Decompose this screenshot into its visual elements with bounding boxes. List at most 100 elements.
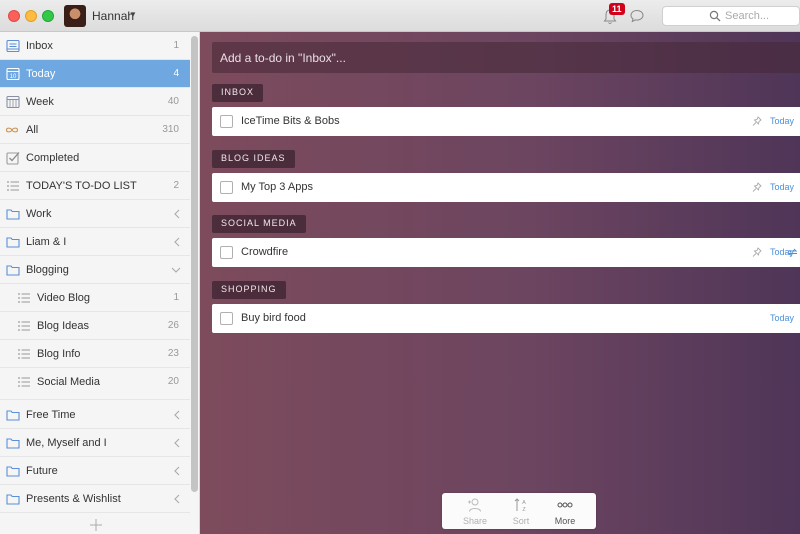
sidebar-item-work[interactable]: Work [0,200,190,228]
list-icon [18,377,30,387]
sort-icon: A Z [514,498,526,512]
sidebar-item-video-blog[interactable]: Video Blog 1 [0,284,190,312]
sidebar-item-blog-info[interactable]: Blog Info 23 [0,340,190,368]
task-row[interactable]: My Top 3 Apps Today [212,173,800,202]
pin-icon[interactable] [752,116,762,127]
sidebar-item-label: TODAY'S TO-DO LIST [26,180,137,192]
chat-bubble-icon[interactable] [630,9,644,23]
chevron-left-icon[interactable] [173,410,181,420]
title-bar: Hannah ▼ 11 Search... [0,0,800,32]
task-list-panel: INBOX IceTime Bits & Bobs Today BLOG IDE… [200,32,800,534]
section-header-blog-ideas[interactable]: BLOG IDEAS [212,150,295,168]
sort-button[interactable]: A Z Sort [499,496,543,528]
sidebar-item-inbox[interactable]: Inbox 1 [0,32,190,60]
caret-down-icon[interactable]: ▼ [129,10,137,19]
sidebar-item-label: Blog Info [37,348,81,360]
section-header-social-media[interactable]: SOCIAL MEDIA [212,215,306,233]
infinity-icon [5,127,19,133]
sidebar-item-label: Video Blog [37,292,91,304]
zoom-window-button[interactable] [42,10,54,22]
task-row[interactable]: IceTime Bits & Bobs Today [212,107,800,136]
svg-text:10: 10 [10,74,17,80]
sidebar-item-blog-ideas[interactable]: Blog Ideas 26 [0,312,190,340]
folder-icon [6,466,20,477]
chevron-left-icon[interactable] [173,237,181,247]
sidebar: Inbox 1 10 Today 4 Week 40 All 310 Compl… [0,32,200,534]
sidebar-item-label: Me, Myself and I [26,437,107,449]
chevron-left-icon[interactable] [173,466,181,476]
task-title[interactable]: Crowdfire [241,246,288,258]
pin-icon[interactable] [752,182,762,193]
minimize-window-button[interactable] [25,10,37,22]
chevron-down-icon[interactable] [171,266,181,274]
sidebar-item-free-time[interactable]: Free Time [0,401,190,429]
notification-badge: 11 [609,3,625,15]
sidebar-item-blogging[interactable]: Blogging [0,256,190,284]
more-icon [557,502,573,508]
sidebar-item-liam-and-i[interactable]: Liam & I [0,228,190,256]
folder-icon [6,209,20,220]
section-header-inbox[interactable]: INBOX [212,84,264,102]
task-checkbox[interactable] [220,312,233,325]
task-due-date: Today [770,313,795,323]
inbox-icon [6,39,20,53]
add-todo-bar[interactable] [212,42,800,73]
week-icon [6,95,20,109]
share-button[interactable]: Share [453,496,497,528]
repeat-icon [787,248,798,256]
sidebar-item-label: Week [26,96,54,108]
sidebar-item-all[interactable]: All 310 [0,116,190,144]
task-checkbox[interactable] [220,181,233,194]
check-icon [6,152,20,165]
task-due-date: Today [770,182,795,192]
sidebar-item-label: Completed [26,152,80,164]
section-header-shopping[interactable]: SHOPPING [212,281,286,299]
more-button[interactable]: More [543,496,587,528]
sidebar-item-label: Today [26,68,56,80]
folder-icon [6,237,20,248]
list-icon [18,321,30,331]
sidebar-scrollbar[interactable] [191,36,198,492]
sidebar-item-count: 23 [167,348,179,359]
sidebar-item-count: 2 [173,180,179,191]
user-name[interactable]: Hannah [92,9,134,23]
task-checkbox[interactable] [220,115,233,128]
sidebar-item-social-media[interactable]: Social Media 20 [0,368,190,400]
list-icon [7,181,19,191]
sidebar-item-today[interactable]: 10 Today 4 [0,60,190,88]
task-checkbox[interactable] [220,246,233,259]
pin-icon[interactable] [752,247,762,258]
task-due-date: Today [770,116,795,126]
folder-icon [6,438,20,449]
sidebar-item-label: Presents & Wishlist [26,493,121,505]
sidebar-item-me-myself-and-i[interactable]: Me, Myself and I [0,429,190,457]
sidebar-item-todays-to-do-list[interactable]: TODAY'S TO-DO LIST 2 [0,172,190,200]
sidebar-item-week[interactable]: Week 40 [0,88,190,116]
task-row[interactable]: Crowdfire Today [212,238,800,267]
add-list-icon[interactable] [88,517,104,533]
close-window-button[interactable] [8,10,20,22]
chevron-left-icon[interactable] [173,494,181,504]
task-row[interactable]: Buy bird food Today [212,304,800,333]
chevron-left-icon[interactable] [173,438,181,448]
add-todo-input[interactable] [220,51,780,65]
avatar[interactable] [64,5,86,27]
sidebar-item-label: Work [26,208,52,220]
folder-icon [6,494,20,505]
sidebar-item-count: 40 [167,96,179,107]
share-label: Share [462,516,488,526]
svg-text:A: A [522,500,526,506]
chevron-left-icon[interactable] [173,209,181,219]
sidebar-item-future[interactable]: Future [0,457,190,485]
sidebar-item-presents-and-wishlist[interactable]: Presents & Wishlist [0,485,190,513]
sidebar-item-label: All [26,124,39,136]
sidebar-item-label: Blog Ideas [37,320,89,332]
search-input[interactable]: Search... [662,6,800,26]
task-title[interactable]: Buy bird food [241,312,306,324]
sidebar-item-completed[interactable]: Completed [0,144,190,172]
add-person-icon [468,498,481,512]
sidebar-item-count: 20 [167,376,179,387]
sidebar-item-count: 26 [167,320,179,331]
task-title[interactable]: IceTime Bits & Bobs [241,115,340,127]
task-title[interactable]: My Top 3 Apps [241,181,313,193]
